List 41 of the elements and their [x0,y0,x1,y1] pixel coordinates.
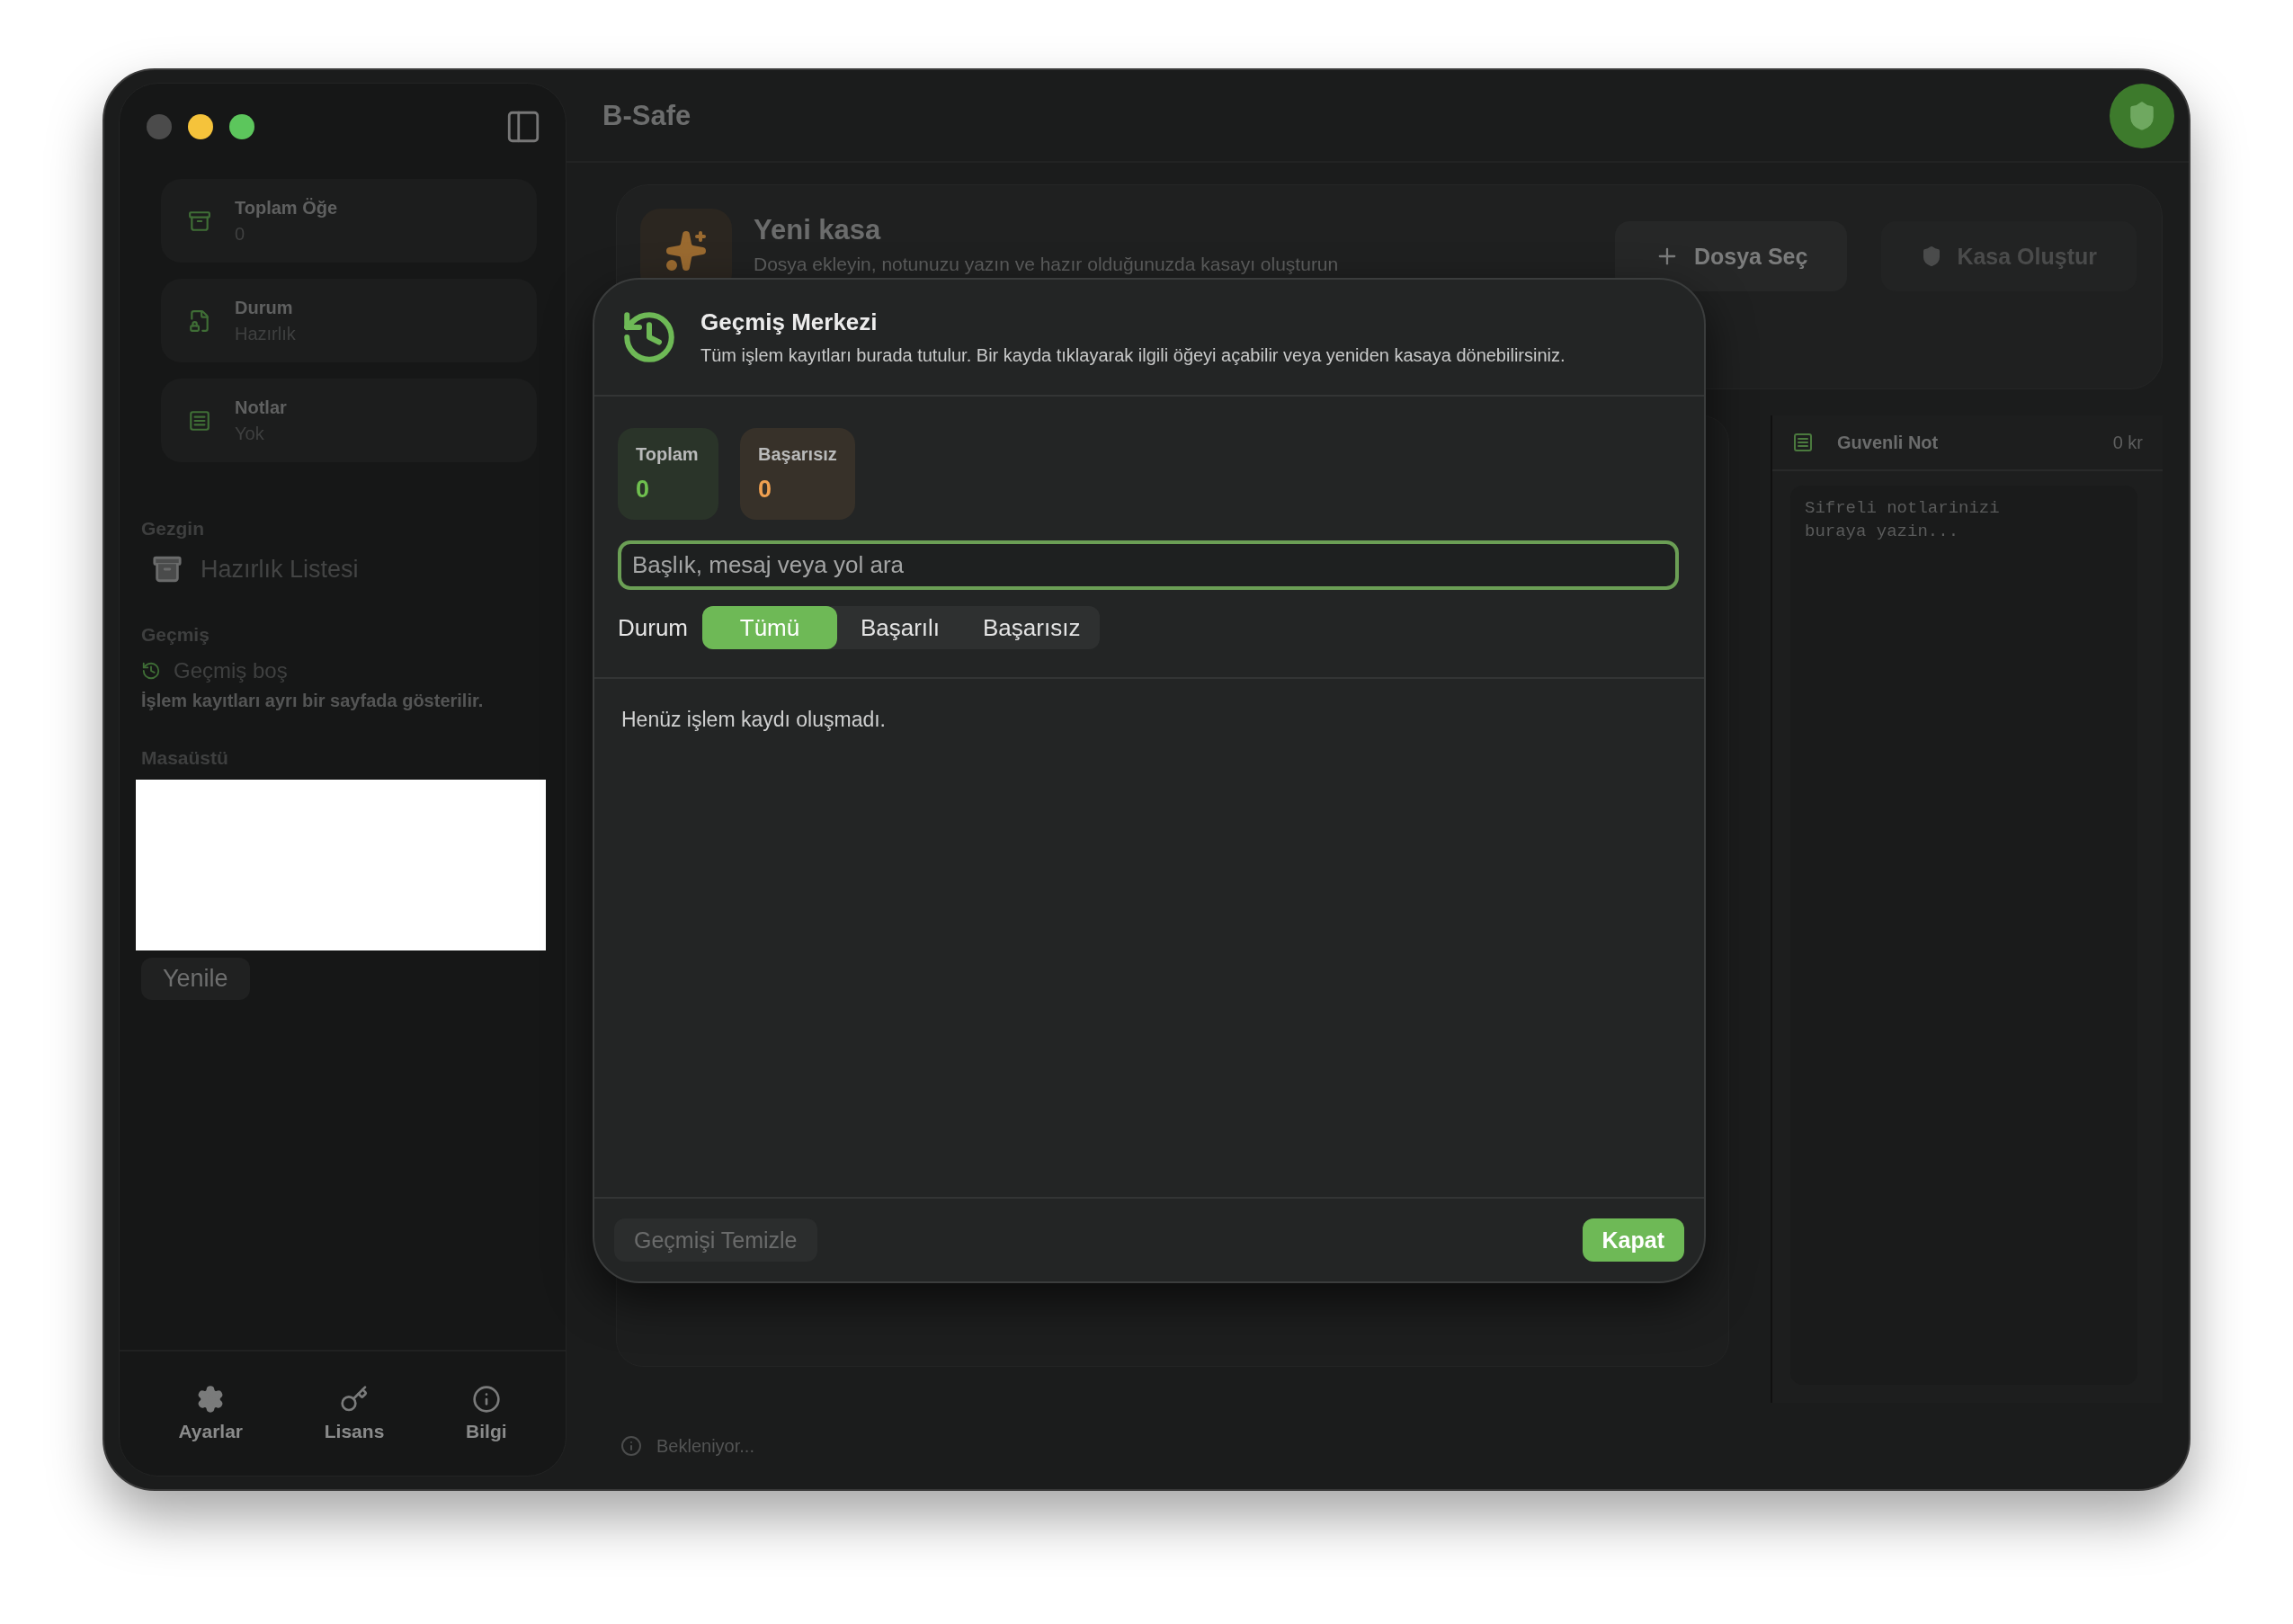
filter-option[interactable]: Tümü [702,606,837,649]
list-icon [188,408,211,433]
locked-file-icon [188,308,211,333]
info-icon [620,1435,642,1457]
stat-label: Notlar [235,397,287,418]
key-icon [340,1385,370,1414]
vault-title: Yeni kasa [754,214,882,246]
filter-label: Durum [618,613,688,642]
close-dialog-button[interactable]: Kapat [1582,1218,1684,1262]
footer-button[interactable]: Lisans [318,1384,390,1443]
dialog-title: Geçmiş Merkezi [700,308,879,336]
tray-icon [188,209,211,233]
note-field[interactable]: Sifreli notlarinizi buraya yazin... [1790,486,2137,1385]
history-icon [141,661,161,681]
archive-icon [152,554,183,584]
note-count: 0 kr [2112,432,2143,453]
stat-label: Toplam [636,444,700,465]
filter-option[interactable]: Başarılı [837,606,963,649]
window-control-button[interactable] [188,114,213,139]
footer-button[interactable]: Bilgi [460,1384,513,1443]
list-icon [1792,432,1814,453]
app-title: B-Safe [602,99,691,132]
stat-label: Durum [235,297,294,318]
empty-message: Henüz işlem kaydı oluşmadı. [621,708,886,731]
status-text: Bekleniyor... [656,1435,754,1457]
search-field[interactable]: Başlık, mesaj veya yol ara [618,540,1679,590]
filter-option[interactable]: Başarısız [963,606,1101,649]
history-note: İşlem kayıtları ayrı bir sayfada gösterilir. [141,691,485,711]
window-control-button[interactable] [229,114,254,139]
vault-subtitle: Dosya ekleyin, notunuzu yazın ve hazır olduğunuzda kasayı oluşturun [754,254,1340,275]
choose-file-button[interactable]: Dosya Seç [1614,221,1848,291]
info-icon [471,1385,501,1414]
stat-label: Başarısız [758,444,837,465]
dialog-subtitle: Tüm işlem kayıtları burada tutulur. Bir kayda tıklayarak ilgili öğeyi açabilir veya yeniden kasaya dönebilirsiniz. [700,345,1566,366]
sparkles-icon [665,229,708,272]
stat-value: 0 [758,476,773,504]
stat-value: 0 [636,476,651,504]
note-title: Guvenli Not [1837,432,1940,453]
stat-label: Toplam Öğe [235,197,338,219]
refresh-button[interactable]: Yenile [141,958,250,1000]
footer-button[interactable]: Ayarlar [173,1384,248,1443]
